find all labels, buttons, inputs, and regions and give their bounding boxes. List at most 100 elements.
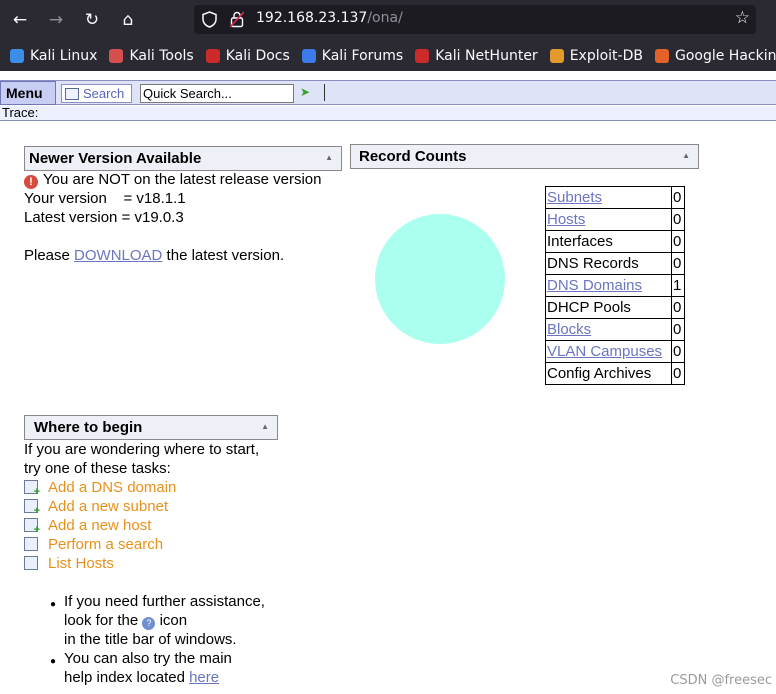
task-link[interactable]: Add a new host <box>24 517 152 536</box>
add-host-icon <box>24 518 40 536</box>
bookmark-item[interactable]: Exploit-DB <box>549 47 643 64</box>
record-count-row: DHCP Pools 0 <box>545 296 685 319</box>
record-count-label-cell: DNS Domains <box>545 274 672 297</box>
reload-icon[interactable]: ↻ <box>74 2 110 38</box>
record-count-label-cell: DHCP Pools <box>545 296 672 319</box>
url-bar[interactable]: 192.168.23.137/ona/ ☆ <box>194 5 756 34</box>
collapse-icon[interactable]: ▲ <box>682 151 690 160</box>
back-icon[interactable]: ← <box>2 2 38 38</box>
add-domain-icon <box>24 480 40 498</box>
where-to-begin-title-text: Where to begin <box>34 419 143 436</box>
help-1b: look for the ? icon <box>64 612 187 630</box>
record-count-link[interactable]: Hosts <box>547 211 585 228</box>
begin-intro-1: If you are wondering where to start, <box>24 441 260 458</box>
watermark: CSDN @freesec <box>670 673 772 688</box>
url-text: 192.168.23.137/ona/ <box>256 10 403 26</box>
help-2b: help index located here <box>64 669 219 686</box>
collapse-icon[interactable]: ▲ <box>261 422 269 431</box>
bookmark-item[interactable]: Kali Docs <box>205 48 290 64</box>
help-icon: ? <box>142 617 156 630</box>
bookmark-star-icon[interactable]: ☆ <box>735 8 750 28</box>
record-count-row: Hosts 0 <box>545 208 685 231</box>
url-path: /ona/ <box>367 10 403 26</box>
warning-icon: ! <box>24 175 38 189</box>
download-prefix: Please <box>24 247 75 264</box>
bullet: ● <box>50 656 57 667</box>
record-count-link[interactable]: VLAN Campuses <box>547 343 662 360</box>
bookmark-icon <box>205 48 220 63</box>
record-counts-title[interactable]: Record Counts ▲ <box>350 144 699 169</box>
record-count-value: 0 <box>671 208 685 231</box>
ona-menubar: Menu Search Quick Search... ➤ <box>0 80 776 105</box>
record-count-label: Config Archives <box>547 365 652 382</box>
task-link[interactable]: Add a DNS domain <box>24 479 176 498</box>
record-counts-table: Subnets 0 Hosts 0 Interfaces 0 DNS Records 0 DNS… <box>545 186 685 385</box>
record-counts-title-text: Record Counts <box>359 148 467 165</box>
help-1b-text: look for the <box>64 612 139 629</box>
bookmark-icon <box>654 48 669 63</box>
url-host: 192.168.23.137 <box>256 10 368 26</box>
record-count-value: 0 <box>671 230 685 253</box>
bookmark-icon <box>549 48 564 63</box>
task-label: Add a new host <box>48 517 152 534</box>
version-box-title[interactable]: Newer Version Available ▲ <box>24 146 342 171</box>
record-count-value: 0 <box>671 340 685 363</box>
trace-label: Trace: <box>2 105 39 120</box>
where-to-begin-title[interactable]: Where to begin ▲ <box>24 415 278 440</box>
record-count-value: 0 <box>671 186 685 209</box>
menu-button[interactable]: Menu <box>0 81 56 105</box>
bookmark-item[interactable]: Kali Tools <box>109 47 194 64</box>
help-1a: If you need further assistance, <box>64 593 265 610</box>
task-label: Add a new subnet <box>48 498 169 515</box>
download-link[interactable]: DOWNLOAD <box>74 247 162 264</box>
record-count-row: Blocks 0 <box>545 318 685 341</box>
quick-search-input[interactable]: Quick Search... <box>140 84 294 103</box>
go-arrow-icon[interactable]: ➤ <box>300 85 310 99</box>
task-link[interactable]: Perform a search <box>24 536 163 553</box>
record-count-link[interactable]: Subnets <box>547 189 602 206</box>
record-count-label-cell: Interfaces <box>545 230 672 253</box>
bookmark-item[interactable]: Kali Forums <box>301 48 403 64</box>
bookmark-icon <box>109 48 124 63</box>
bookmark-icon <box>301 48 316 63</box>
help-2a: You can also try the main <box>64 650 232 667</box>
begin-intro-2: try one of these tasks: <box>24 460 171 477</box>
record-count-label-cell: Blocks <box>545 318 672 341</box>
record-count-label-cell: Config Archives <box>545 362 672 385</box>
bookmark-item[interactable]: Kali NetHunter <box>415 47 538 64</box>
latest-version: Latest version = v19.0.3 <box>24 209 184 226</box>
bookmark-icon <box>10 48 24 63</box>
record-count-row: Interfaces 0 <box>545 230 685 253</box>
forward-icon[interactable]: → <box>38 2 74 38</box>
help-2b-text: help index located <box>64 669 190 686</box>
search-button[interactable]: Search <box>61 84 132 103</box>
collapse-icon[interactable]: ▲ <box>325 153 333 162</box>
record-count-label: Interfaces <box>547 233 613 250</box>
home-icon[interactable]: ⌂ <box>110 2 146 38</box>
record-count-value: 0 <box>671 296 685 319</box>
record-count-value: 1 <box>671 274 685 297</box>
bookmark-item[interactable]: Google Hacking DB <box>654 48 776 64</box>
task-link[interactable]: List Hosts <box>24 555 114 572</box>
record-count-link[interactable]: Blocks <box>547 321 591 338</box>
bookmark-label: Kali NetHunter <box>435 47 538 64</box>
bookmark-label: Kali Tools <box>129 47 194 64</box>
record-count-label-cell: VLAN Campuses <box>545 340 672 363</box>
main-content: Newer Version Available ▲ ! You are NOT o… <box>0 122 776 694</box>
bullet: ● <box>50 599 57 610</box>
record-count-row: Subnets 0 <box>545 186 685 209</box>
record-counts-pie <box>375 214 505 344</box>
bookmark-item[interactable]: Kali Linux <box>10 48 97 64</box>
record-count-label-cell: Hosts <box>545 208 672 231</box>
search-icon <box>65 88 79 100</box>
trace-bar: Trace: <box>0 106 776 121</box>
help-index-link[interactable]: here <box>189 669 219 686</box>
record-count-value: 0 <box>671 362 685 385</box>
record-count-link[interactable]: DNS Domains <box>547 277 642 294</box>
bookmark-label: Exploit-DB <box>569 47 643 64</box>
bookmarks-toolbar: Kali Linux Kali Tools Kali Docs Kali Forums… <box>0 40 776 71</box>
task-link[interactable]: Add a new subnet <box>24 498 169 517</box>
task-label: Perform a search <box>48 536 164 553</box>
record-count-row: DNS Domains 1 <box>545 274 685 297</box>
bookmark-label: Kali Linux <box>30 47 98 64</box>
